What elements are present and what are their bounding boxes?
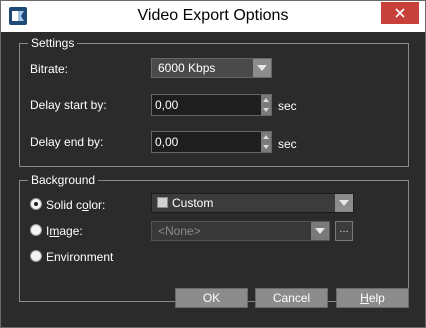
background-legend: Background [28, 173, 99, 187]
window-title: Video Export Options [137, 7, 289, 24]
environment-radio[interactable] [30, 250, 42, 262]
delay-start-input[interactable]: 0,00 [151, 94, 272, 116]
dialog-content: Settings Bitrate: 6000 Kbps Delay start … [1, 32, 425, 327]
chevron-down-icon[interactable] [253, 59, 271, 77]
delay-start-spinner[interactable] [261, 95, 271, 115]
delay-end-spinner[interactable] [261, 132, 271, 152]
bitrate-value: 6000 Kbps [158, 61, 216, 75]
delay-end-value: 0,00 [155, 135, 179, 149]
delay-start-unit: sec [278, 99, 297, 113]
chevron-down-icon[interactable] [335, 194, 353, 212]
cancel-button[interactable]: Cancel [255, 288, 328, 308]
spin-up-icon[interactable] [263, 135, 269, 139]
spin-down-icon[interactable] [263, 145, 269, 149]
environment-label[interactable]: Environment [46, 250, 113, 264]
image-browse-button[interactable]: ... [335, 221, 353, 241]
spin-up-icon[interactable] [263, 98, 269, 102]
solid-color-label[interactable]: Solid color: [46, 198, 105, 212]
color-swatch [157, 197, 168, 208]
delay-start-value: 0,00 [155, 98, 179, 112]
delay-end-label: Delay end by: [30, 135, 104, 149]
solid-color-radio[interactable] [30, 198, 42, 210]
delay-end-input[interactable]: 0,00 [151, 131, 272, 153]
image-value: <None> [158, 224, 201, 238]
spin-down-icon[interactable] [263, 108, 269, 112]
close-icon [395, 8, 405, 18]
close-button[interactable] [381, 2, 419, 24]
image-radio[interactable] [30, 224, 42, 236]
solid-color-value: Custom [172, 196, 214, 210]
ok-button[interactable]: OK [175, 288, 248, 308]
settings-legend: Settings [28, 36, 78, 50]
bitrate-label: Bitrate: [30, 62, 69, 76]
title-bar[interactable]: Video Export Options [1, 1, 425, 32]
help-button[interactable]: Help [336, 288, 409, 308]
solid-color-select[interactable]: Custom [151, 193, 354, 213]
delay-end-unit: sec [278, 137, 297, 151]
chevron-down-icon[interactable] [311, 222, 329, 240]
image-select[interactable]: <None> [151, 221, 330, 241]
video-export-dialog: Video Export Options Settings Bitrate: 6… [0, 0, 426, 328]
delay-start-label: Delay start by: [30, 98, 107, 112]
image-label[interactable]: Image: [46, 224, 83, 238]
bitrate-select[interactable]: 6000 Kbps [151, 58, 272, 78]
